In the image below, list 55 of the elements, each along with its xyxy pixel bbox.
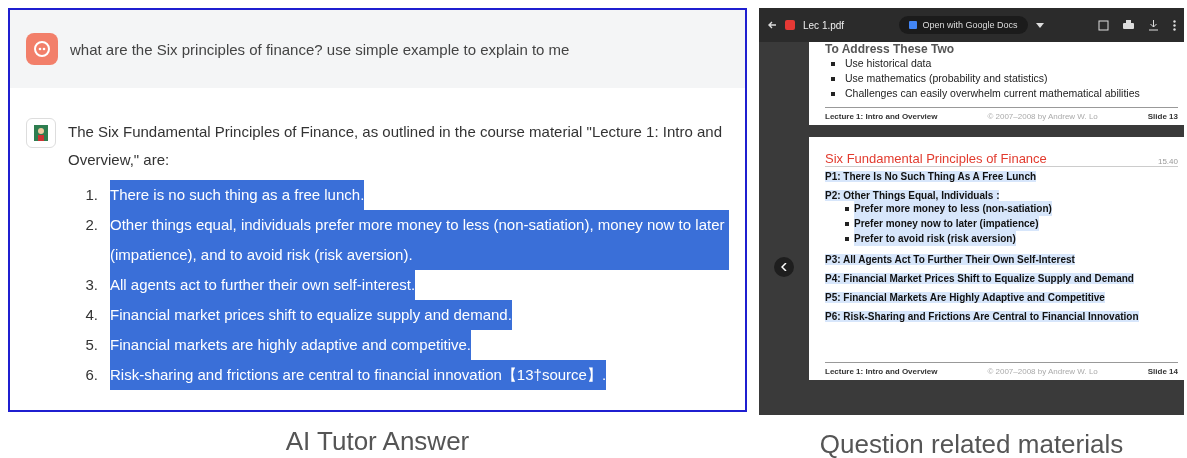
list-number: 1. — [84, 185, 99, 205]
slide-number: Slide 14 — [1147, 367, 1178, 376]
principle-bullet: Prefer money now to later (impatience) — [854, 216, 1039, 231]
answer-item: All agents act to further their own self-interest. — [110, 270, 416, 300]
principle-text: P6: Risk-Sharing and Frictions Are Central to Financial Innovation — [825, 311, 1139, 322]
principle-text: P4: Financial Market Prices Shift to Equalize Supply and Demand — [825, 273, 1134, 284]
slide-footer: Lecture 1: Intro and Overview — [825, 112, 938, 121]
dropdown-icon[interactable] — [1035, 22, 1044, 28]
slide-bullet: Use historical data — [845, 56, 932, 71]
list-number: 6. — [84, 365, 99, 385]
docs-icon — [908, 21, 917, 29]
back-arrow-icon[interactable] — [767, 20, 777, 30]
slide-number: Slide 13 — [1147, 112, 1178, 121]
chevron-left-icon — [781, 263, 787, 271]
open-with-button[interactable]: Open with Google Docs — [898, 16, 1028, 34]
question-text: what are the Six principles of finance? use simple example to explain to me — [70, 40, 570, 58]
copyright-text: © 2007–2008 by Andrew W. Lo — [987, 367, 1098, 376]
course-number: 15.40 — [1157, 157, 1178, 166]
principle-text: P1: There Is No Such Thing As A Free Lunch — [825, 171, 1037, 182]
collapse-button[interactable] — [774, 257, 794, 277]
bullet-icon — [831, 91, 835, 96]
more-icon[interactable] — [1173, 19, 1176, 31]
slide-heading: To Address These Two — [825, 42, 956, 56]
slide-title: Six Fundamental Principles of Finance — [825, 151, 1047, 166]
bullet-icon — [831, 61, 835, 66]
list-number: 4. — [84, 305, 99, 325]
answer-item: Risk-sharing and frictions are central to financial innovation【13†source】. — [110, 360, 607, 390]
answer-item: Financial markets are highly adaptive and competitive. — [110, 330, 472, 360]
principle-text: P2: Other Things Equal, Individuals : — [825, 190, 1000, 201]
slide-bullet: Challenges can easily overwhelm current mathematical abilities — [845, 86, 1140, 101]
answer-item: Financial market prices shift to equalize supply and demand. — [110, 300, 512, 330]
list-number: 3. — [84, 275, 99, 295]
pdf-file-icon — [785, 20, 795, 30]
bullet-icon — [845, 206, 849, 211]
answer-text: The Six Fundamental Principles of Finance, as outlined in the course material "Lecture 1: Intro and Overview," are: — [68, 122, 723, 170]
principle-text: P5: Financial Markets Are Highly Adaptive and Competitive — [825, 292, 1105, 303]
principle-text: P3: All Agents Act To Further Their Own Self-Interest — [825, 254, 1075, 265]
list-number: 5. — [84, 335, 99, 355]
answer-item: Other things equal, individuals prefer more money to less (non-satiation), money now to later (impatience), and to avoid risk (risk aversion). — [110, 210, 729, 270]
bullet-icon — [845, 236, 849, 241]
caption: AI Tutor Answer — [285, 426, 470, 457]
caption: Question related materials — [819, 429, 1124, 458]
principle-bullet: Prefer more money to less (non-satiation) — [854, 201, 1052, 216]
bullet-icon — [831, 76, 835, 81]
print-icon[interactable] — [1123, 19, 1134, 31]
list-number: 2. — [84, 215, 99, 235]
slide-bullet: Use mathematics (probability and statistics) — [845, 71, 1048, 86]
copyright-text: © 2007–2008 by Andrew W. Lo — [987, 112, 1098, 121]
file-name: Lec 1.pdf — [803, 19, 845, 31]
tutor-avatar — [26, 118, 56, 148]
slide-footer: Lecture 1: Intro and Overview — [825, 367, 938, 376]
principle-bullet: Prefer to avoid risk (risk aversion) — [854, 231, 1016, 246]
answer-item: There is no such thing as a free lunch. — [110, 180, 365, 210]
download-icon[interactable] — [1148, 19, 1159, 31]
bullet-icon — [845, 221, 849, 226]
